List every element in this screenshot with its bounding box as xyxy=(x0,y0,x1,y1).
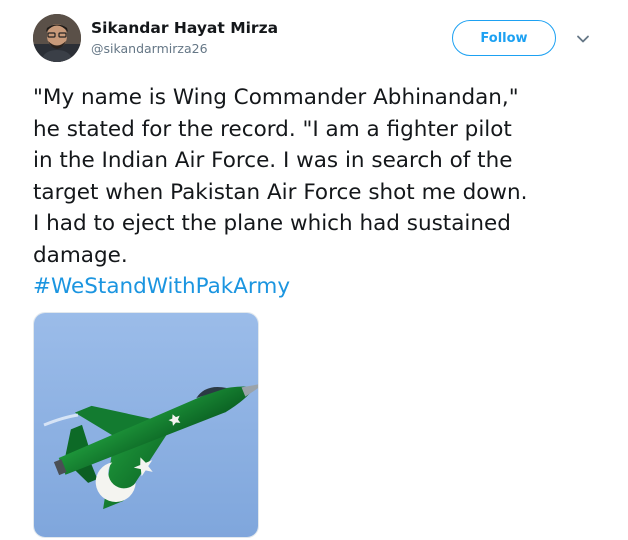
tweet-text-line: he stated for the record. "I am a fighte… xyxy=(33,116,512,142)
tweet-text-line: "My name is Wing Commander Abhinandan," xyxy=(33,85,519,110)
avatar[interactable] xyxy=(33,14,81,62)
tweet-image[interactable] xyxy=(33,312,259,538)
tweet-text-line: in the Indian Air Force. I was in search… xyxy=(33,148,513,173)
chevron-down-icon[interactable] xyxy=(574,30,592,48)
follow-button[interactable]: Follow xyxy=(452,20,556,56)
tweet-text-line: I had to eject the plane which had susta… xyxy=(33,211,511,236)
tweet-text-line: damage. xyxy=(33,242,128,268)
author-display-name[interactable]: Sikandar Hayat Mirza xyxy=(91,19,278,37)
author-handle[interactable]: @sikandarmirza26 xyxy=(91,41,208,56)
tweet-text: "My name is Wing Commander Abhinandan," … xyxy=(33,82,613,303)
hashtag-link[interactable]: #WeStandWithPakArmy xyxy=(33,274,290,299)
tweet-text-line: target when Pakistan Air Force shot me d… xyxy=(33,179,528,205)
tweet-card: Sikandar Hayat Mirza @sikandarmirza26 Fo… xyxy=(0,0,628,540)
